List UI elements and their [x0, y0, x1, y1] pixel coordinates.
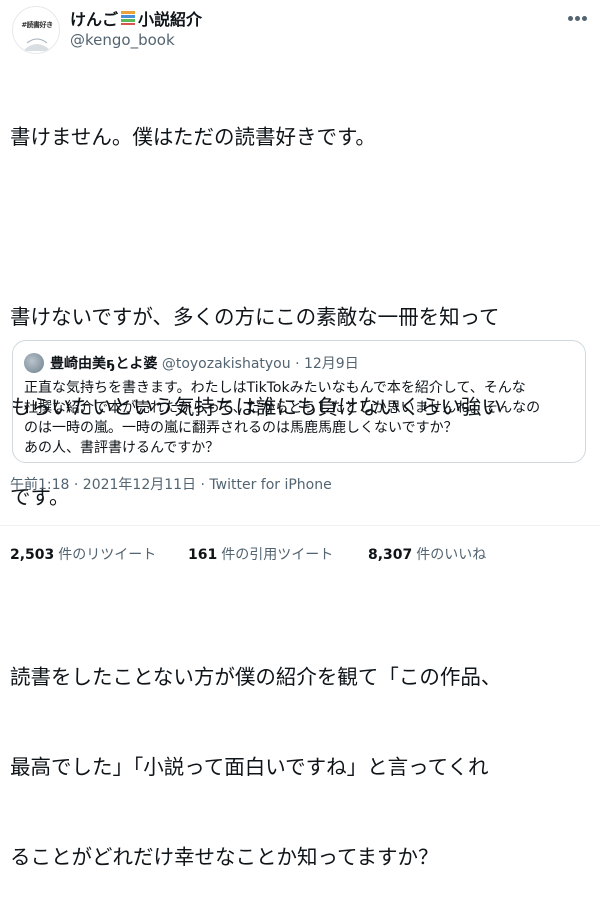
avatar-text: #読書好き [21, 21, 53, 29]
tweet-line: 書けません。僕はただの読書好きです。 [10, 125, 376, 149]
quote-line: のは一時の嵐。一時の嵐に翻弄されるのは馬鹿馬鹿しくないですか？ [24, 420, 458, 436]
tweet-line: ることがどれだけ幸せなことか知ってますか？ [10, 845, 439, 869]
tweet-line: 書けないですが、多くの方にこの素敵な一冊を知って [10, 305, 500, 329]
retweet-count-label: 件のリツイート [58, 547, 157, 563]
quote-tweet-card[interactable]: 豊崎由美ҕとよ婆 @toyozakishatyou · 12月9日 正直な気持ち… [12, 340, 586, 463]
like-count-number: 8,307 [368, 547, 413, 563]
quote-date: 12月9日 [303, 356, 359, 372]
display-name-text: けんご [70, 10, 119, 29]
display-name[interactable]: けんご 小説紹介 [70, 6, 202, 30]
quote-line: 正直な気持ちを書きます。わたしはTikTokみたいなもんで本を紹介して、そんな [24, 380, 526, 396]
divider [0, 525, 600, 526]
quote-count-label: 件の引用ツイート [221, 547, 334, 563]
quote-header: 豊崎由美ҕとよ婆 @toyozakishatyou · 12月9日 [50, 353, 359, 373]
quote-display-name: 豊崎由美ҕとよ婆 [50, 356, 158, 372]
quote-line: 杜撰な紹介で本が売れたからって、だからどうしたとしか思いませんね。そんなの [24, 400, 541, 416]
quote-avatar [24, 353, 44, 373]
like-count[interactable]: 8,307 件のいいね [368, 544, 486, 564]
tweet-line: 最高でした」「小説って面白いですね」と言ってくれ [10, 755, 489, 779]
quote-count[interactable]: 161 件の引用ツイート [188, 544, 333, 564]
quote-line: あの人、書評書けるんですか？ [24, 440, 220, 456]
more-icon[interactable] [568, 16, 588, 22]
tweet-line-gap [10, 212, 590, 242]
retweet-count-number: 2,503 [10, 547, 55, 563]
display-name-suffix: 小説紹介 [138, 10, 203, 29]
quote-handle: @toyozakishatyou [161, 356, 291, 372]
tweet-timestamp[interactable]: 午前1:18 · 2021年12月11日 · Twitter for iPhon… [10, 474, 332, 494]
avatar[interactable]: #読書好き [12, 6, 60, 54]
tweet-line: 読書をしたことない方が僕の紹介を観て「この作品、 [10, 665, 502, 689]
quote-text: 正直な気持ちを書きます。わたしはTikTokみたいなもんで本を紹介して、そんな … [24, 378, 576, 458]
quote-count-number: 161 [188, 547, 218, 563]
tweet-line-gap [10, 572, 590, 602]
avatar-illustration [23, 38, 51, 51]
like-count-label: 件のいいね [416, 547, 487, 563]
tweet-header: #読書好き けんご 小説紹介 @kengo_book [0, 0, 600, 60]
books-icon [121, 11, 136, 25]
quote-separator: · [295, 356, 300, 372]
user-handle[interactable]: @kengo_book [70, 31, 175, 49]
retweet-count[interactable]: 2,503 件のリツイート [10, 544, 156, 564]
